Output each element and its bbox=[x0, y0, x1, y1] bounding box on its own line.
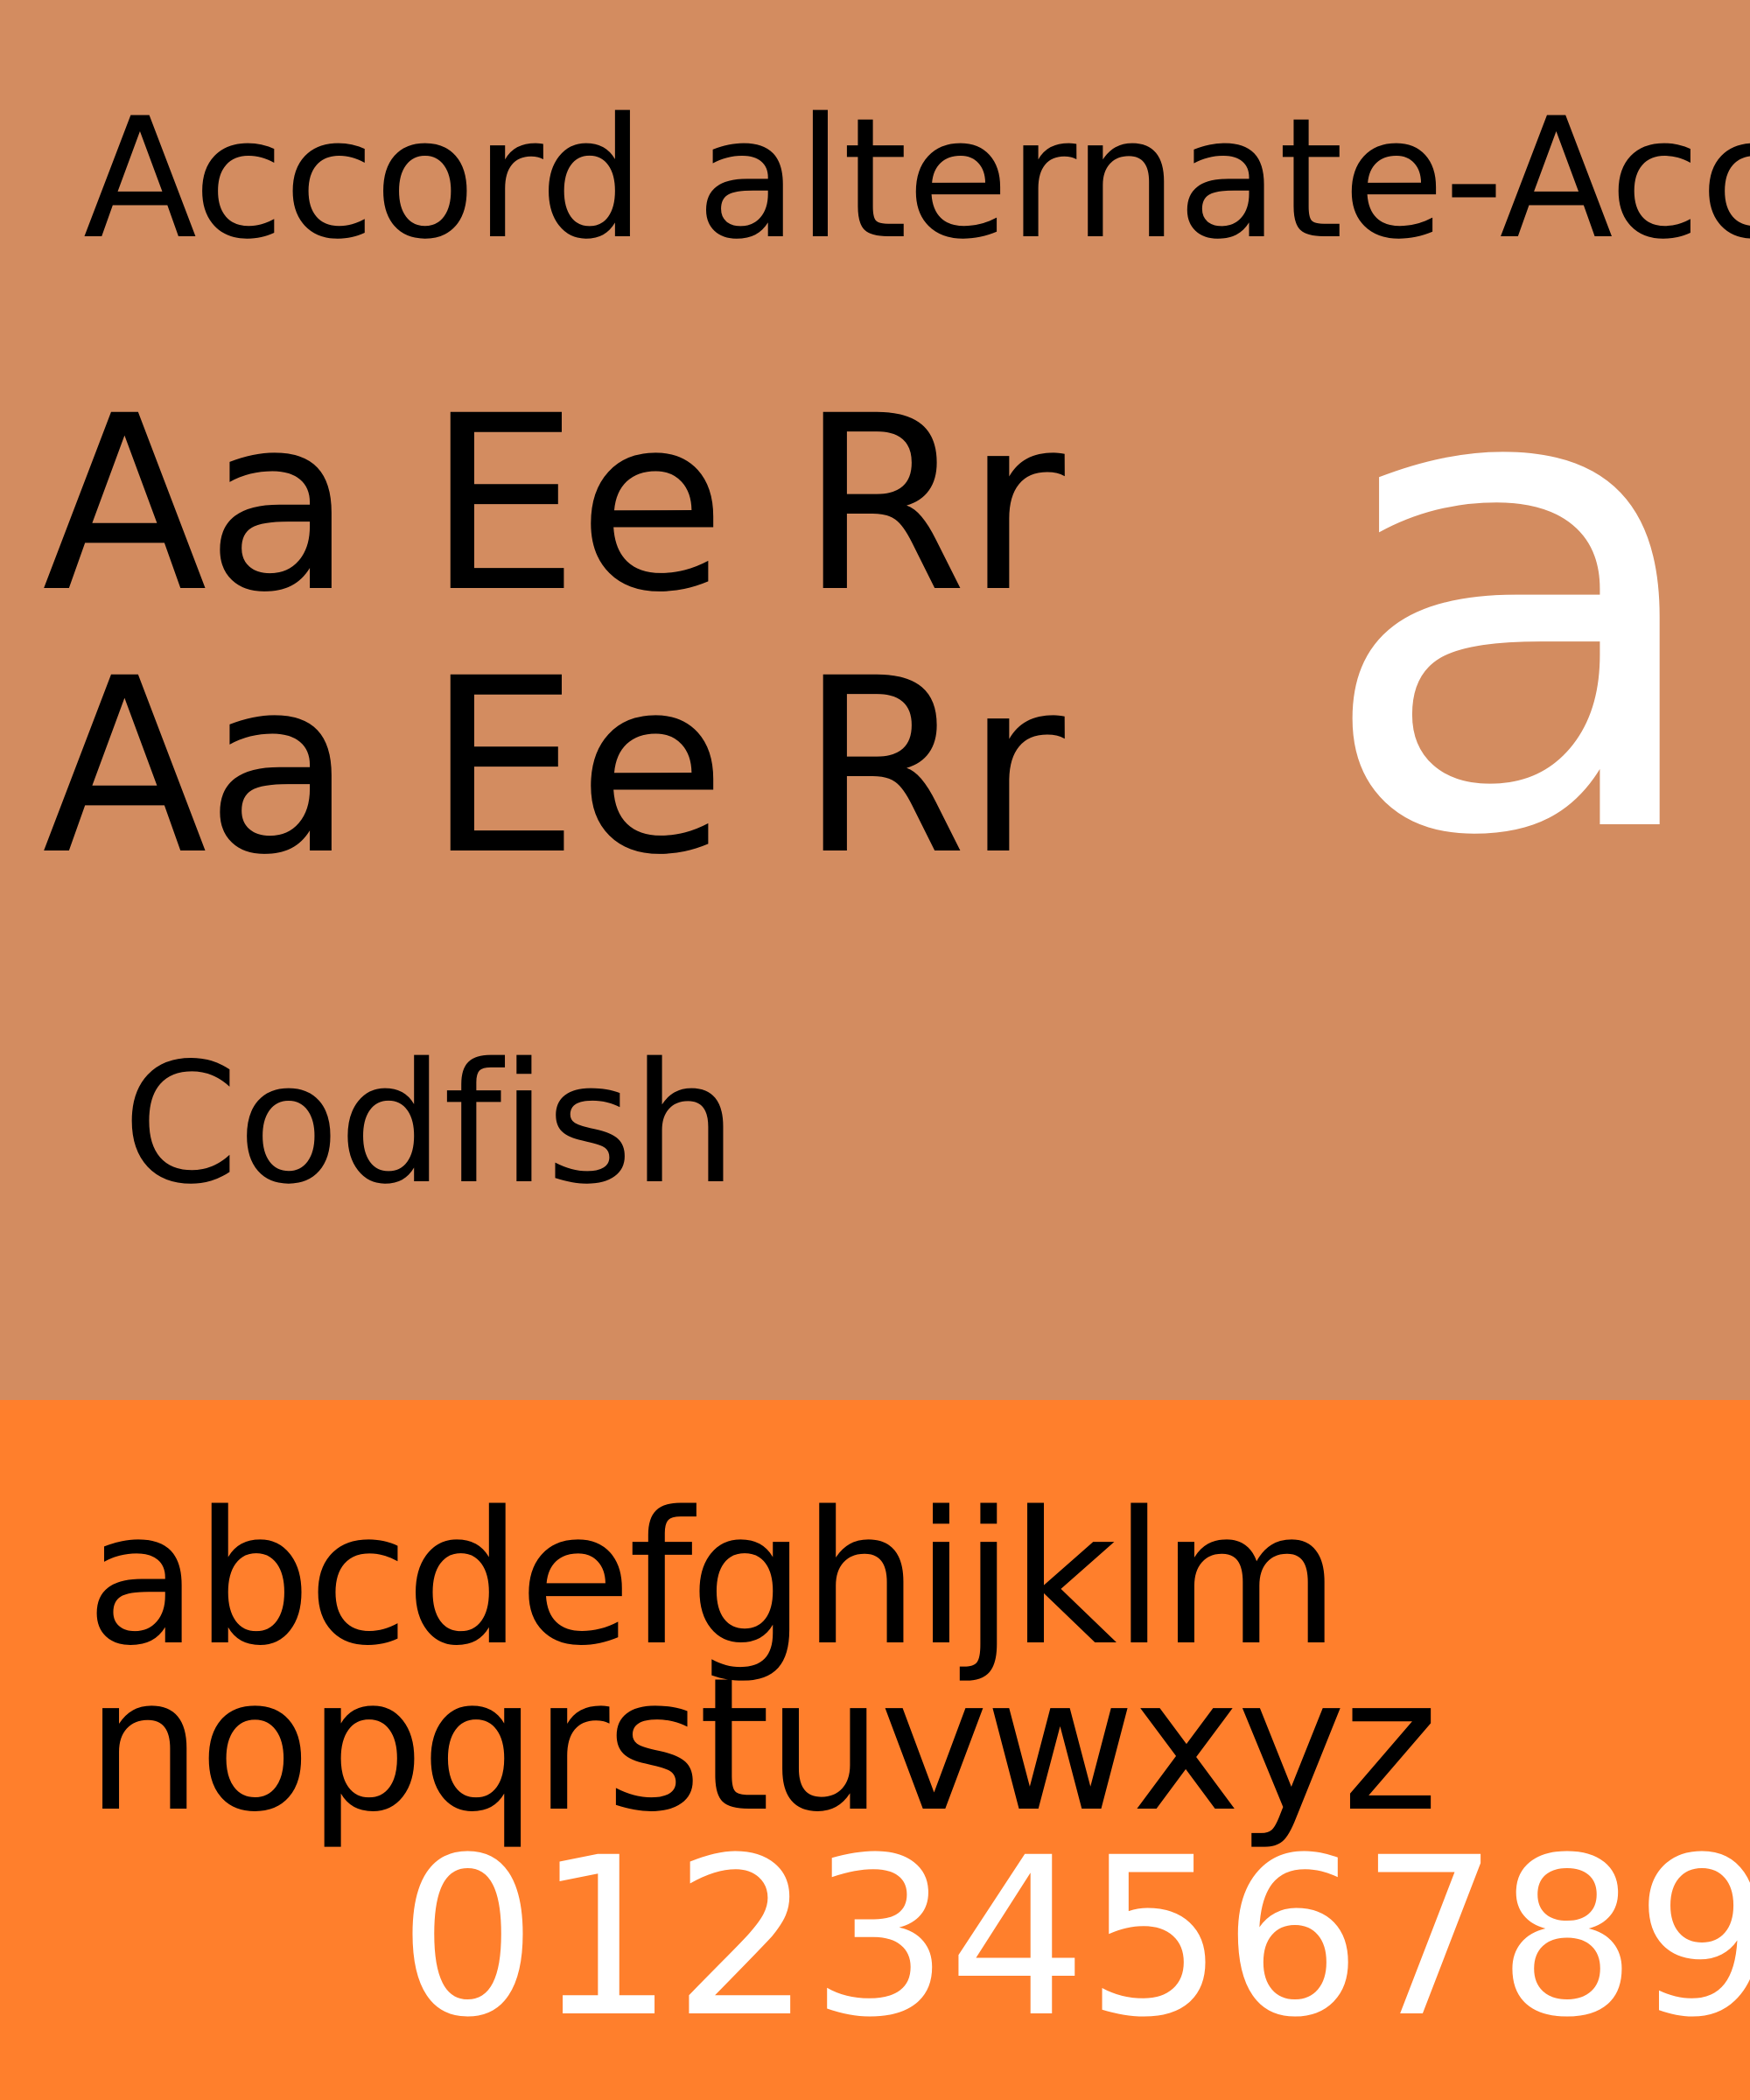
character-set-panel: abcdefghijklm nopqrstuvwxyz 0123456789 bbox=[0, 1400, 1750, 2100]
numerals-line: 0123456789 bbox=[398, 1810, 1750, 2065]
sample-word: Codfish bbox=[122, 1027, 738, 1221]
specimen-top-panel: Accord alternate-Accord Aa Ee Rr Aa Ee R… bbox=[0, 0, 1750, 1400]
sample-line-1: Aa Ee Rr bbox=[42, 365, 1065, 646]
sample-line-2: Aa Ee Rr bbox=[42, 627, 1065, 908]
showcase-letter: a bbox=[1312, 208, 1720, 982]
